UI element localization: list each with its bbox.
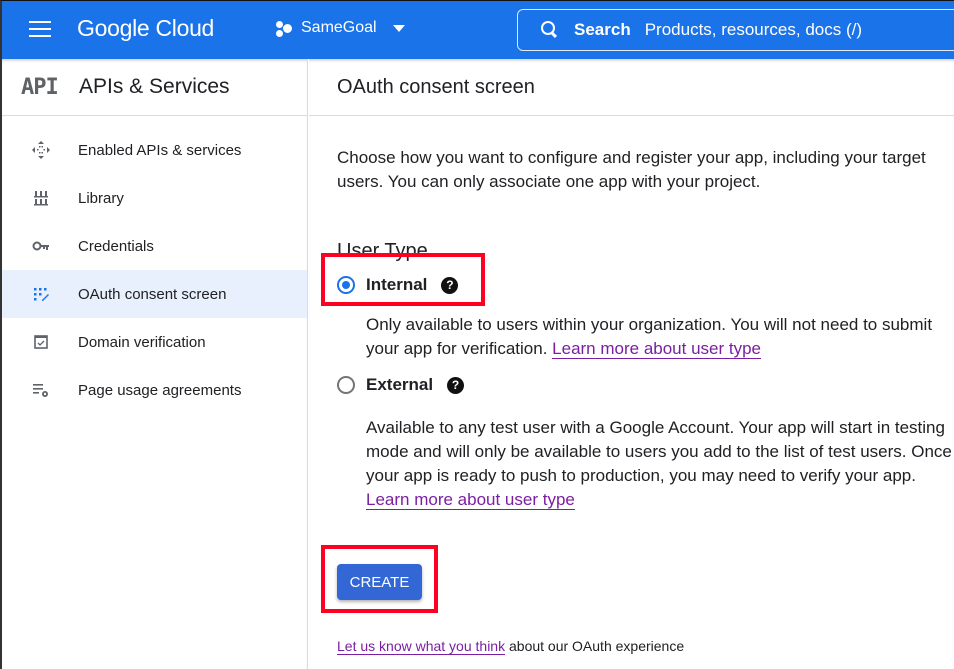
chevron-down-icon — [392, 24, 405, 32]
api-logo-icon: API — [21, 74, 59, 100]
sidebar-item-label: Enabled APIs & services — [78, 141, 242, 159]
search-icon — [540, 20, 560, 40]
main-content: OAuth consent screen Choose how you want… — [309, 59, 954, 669]
feedback-suffix: about our OAuth experience — [505, 638, 685, 654]
external-description-text: Available to any test user with a Google… — [366, 418, 952, 485]
page-header: OAuth consent screen — [309, 59, 954, 116]
learn-more-link-internal[interactable]: Learn more about user type — [552, 339, 762, 359]
sidebar-title: APIs & Services — [79, 75, 230, 98]
sidebar: API APIs & Services Enabled APIs & servi… — [0, 59, 308, 669]
sidebar-item-credentials[interactable]: Credentials — [2, 222, 307, 270]
sidebar-item-label: Domain verification — [78, 333, 206, 351]
intro-text: Choose how you want to configure and reg… — [337, 148, 926, 191]
help-icon[interactable]: ? — [441, 276, 459, 294]
top-app-bar: Google Cloud SameGoal Search Products, r… — [0, 0, 954, 59]
learn-more-link-external[interactable]: Learn more about user type — [366, 490, 575, 510]
search-placeholder: Products, resources, docs (/) — [644, 20, 863, 39]
enabled-apis-icon — [32, 141, 50, 159]
external-description: Available to any test user with a Google… — [366, 416, 954, 512]
sidebar-item-label: OAuth consent screen — [78, 285, 227, 303]
library-icon — [34, 191, 48, 206]
hamburger-menu-icon[interactable] — [29, 21, 53, 39]
project-selector[interactable]: SameGoal — [275, 19, 405, 37]
sidebar-nav: Enabled APIs & services Library Credenti… — [2, 116, 307, 414]
project-icon — [275, 19, 293, 37]
radio-internal-label: Internal — [366, 275, 428, 294]
search-label: Search — [574, 20, 631, 39]
radio-external-label: External — [366, 375, 434, 394]
internal-description: Only available to users within your orga… — [366, 313, 954, 361]
key-icon — [32, 241, 49, 251]
feedback-text: Let us know what you think about our OAu… — [337, 638, 954, 655]
radio-internal[interactable]: Internal ? — [337, 271, 954, 299]
sidebar-header: API APIs & Services — [2, 59, 307, 116]
sidebar-item-enabled-apis[interactable]: Enabled APIs & services — [2, 126, 307, 174]
sidebar-item-domain-verification[interactable]: Domain verification — [2, 318, 307, 366]
create-button[interactable]: CREATE — [337, 564, 422, 600]
sidebar-item-library[interactable]: Library — [2, 174, 307, 222]
help-icon[interactable]: ? — [447, 376, 465, 394]
sidebar-item-label: Credentials — [78, 237, 154, 255]
radio-external-control[interactable] — [337, 376, 355, 394]
user-type-heading: User Type — [337, 240, 428, 262]
oauth-consent-icon — [34, 288, 49, 301]
radio-external[interactable]: External ? — [337, 371, 954, 399]
sidebar-item-page-usage-agreements[interactable]: Page usage agreements — [2, 366, 307, 414]
domain-verification-icon — [34, 335, 48, 349]
search-input[interactable]: Search Products, resources, docs (/) — [517, 9, 954, 51]
sidebar-item-label: Page usage agreements — [78, 381, 242, 399]
page-title: OAuth consent screen — [337, 75, 535, 98]
radio-internal-control[interactable] — [337, 276, 355, 294]
google-cloud-logo[interactable]: Google Cloud — [77, 15, 214, 42]
project-name: SameGoal — [301, 19, 377, 36]
sidebar-item-oauth-consent-screen[interactable]: OAuth consent screen — [2, 270, 307, 318]
feedback-link[interactable]: Let us know what you think — [337, 638, 506, 655]
page-usage-settings-icon — [33, 384, 48, 397]
sidebar-item-label: Library — [78, 189, 124, 207]
